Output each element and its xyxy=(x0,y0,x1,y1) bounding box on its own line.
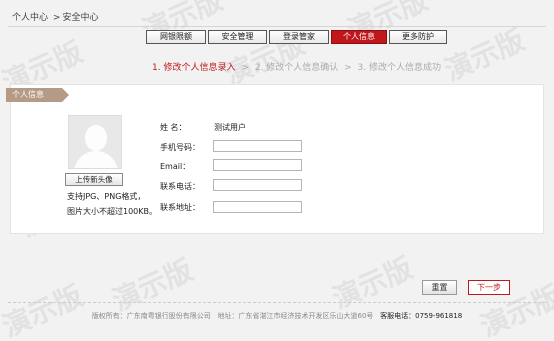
upload-avatar-button[interactable]: 上传新头像 xyxy=(65,173,123,186)
step-arrow: > xyxy=(241,63,249,73)
email-label: Email： xyxy=(160,162,191,171)
breadcrumb-separator: > xyxy=(52,13,61,23)
breadcrumb-current: 安全中心 xyxy=(62,13,99,23)
address-label: 联系地址： xyxy=(160,203,200,212)
footer-hotline-label: 客服电话： xyxy=(380,312,416,320)
address-input[interactable] xyxy=(213,201,302,213)
name-value: 测试用户 xyxy=(214,123,246,132)
phone-label: 手机号码： xyxy=(160,143,200,152)
tab-bar: 网银限额 安全管理 登录管家 个人信息 更多防护 xyxy=(146,30,447,44)
progress-steps: 1. 修改个人信息录入 > 2. 修改个人信息确认 > 3. 修改个人信息成功 xyxy=(152,60,441,73)
step-1: 1. 修改个人信息录入 xyxy=(152,63,236,73)
footer-address: 地址：广东省湛江市经济技术开发区乐山大道60号 xyxy=(217,312,374,320)
tab-login-manager[interactable]: 登录管家 xyxy=(269,30,329,44)
tab-personal-info[interactable]: 个人信息 xyxy=(331,30,387,44)
breadcrumb: 个人中心 > 安全中心 xyxy=(12,10,98,23)
reset-button[interactable]: 重置 xyxy=(422,280,457,295)
avatar xyxy=(68,115,122,169)
footer-copyright: 版权所有：广东南粤银行股份有限公司 xyxy=(91,312,211,320)
avatar-head-icon xyxy=(85,125,107,151)
header-divider xyxy=(8,26,546,27)
step-arrow: > xyxy=(344,63,352,73)
email-input[interactable] xyxy=(213,159,302,171)
footer: 版权所有：广东南粤银行股份有限公司 地址：广东省湛江市经济技术开发区乐山大道60… xyxy=(0,311,554,321)
upload-hint: 图片大小不超过100KB。 xyxy=(67,207,158,216)
next-button[interactable]: 下一步 xyxy=(468,280,510,295)
breadcrumb-home[interactable]: 个人中心 xyxy=(12,13,48,23)
tel-label: 联系电话： xyxy=(160,182,200,191)
avatar-body-icon xyxy=(74,151,118,168)
phone-input[interactable] xyxy=(213,140,302,152)
panel-title: 个人信息 xyxy=(6,88,69,102)
tab-security-management[interactable]: 安全管理 xyxy=(208,30,267,44)
watermark: 演示版 xyxy=(0,279,88,341)
step-3: 3. 修改个人信息成功 xyxy=(357,63,441,73)
tab-more-protection[interactable]: 更多防护 xyxy=(389,30,447,44)
upload-hint: 支持JPG、PNG格式， xyxy=(67,192,146,201)
watermark: 演示版 xyxy=(107,253,198,318)
footer-hotline: 0759-961818 xyxy=(415,312,463,320)
tel-input[interactable] xyxy=(213,179,302,191)
name-label: 姓 名： xyxy=(160,123,187,132)
watermark: 演示版 xyxy=(327,251,418,316)
step-2: 2. 修改个人信息确认 xyxy=(254,63,339,73)
tab-limit[interactable]: 网银限额 xyxy=(146,30,206,44)
footer-divider xyxy=(8,302,546,303)
watermark: 演示版 xyxy=(439,23,530,88)
